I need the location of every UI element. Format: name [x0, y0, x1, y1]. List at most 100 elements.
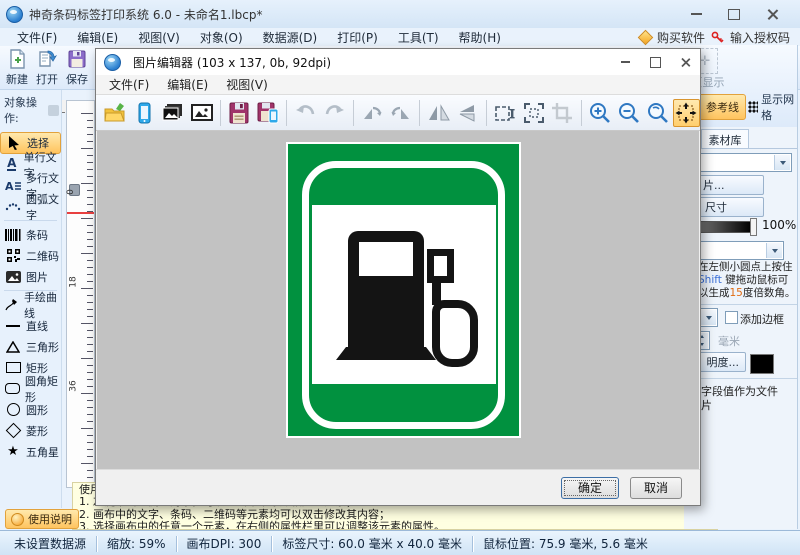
load-from-phone-icon[interactable]: [131, 99, 158, 127]
buy-diamond-icon: [638, 29, 654, 45]
dialog-menu-view[interactable]: 视图(V): [217, 76, 277, 93]
crop-icon[interactable]: [549, 99, 576, 127]
flip-horizontal-icon[interactable]: [425, 99, 452, 127]
barcode-icon: [5, 229, 21, 241]
menu-file[interactable]: 文件(F): [8, 28, 66, 47]
rotate-right-icon[interactable]: [388, 99, 415, 127]
maximize-button[interactable]: [726, 6, 742, 22]
browse-images-icon[interactable]: [160, 99, 187, 127]
color-swatch[interactable]: [750, 354, 774, 374]
minimize-icon: [691, 13, 702, 15]
window-title: 神奇条码标签打印系统 6.0 - 未命名1.lbcp*: [29, 6, 262, 23]
undo-icon[interactable]: [292, 99, 319, 127]
dialog-menu-file[interactable]: 文件(F): [100, 76, 158, 93]
status-mouse-position: 鼠标位置: 75.9 毫米, 5.6 毫米: [483, 535, 648, 552]
dialog-menu-edit[interactable]: 编辑(E): [158, 76, 217, 93]
menu-print[interactable]: 打印(P): [328, 28, 387, 47]
rotate-left-icon[interactable]: [359, 99, 386, 127]
menu-object[interactable]: 对象(O): [191, 28, 252, 47]
save-button[interactable]: 保存: [62, 48, 92, 88]
open-button[interactable]: 打开: [32, 48, 62, 88]
opacity-slider-handle[interactable]: [750, 218, 757, 236]
menu-tools[interactable]: 工具(T): [389, 28, 448, 47]
zoom-out-icon[interactable]: [616, 99, 643, 127]
add-border-checkbox[interactable]: [725, 311, 738, 324]
title-bar: 神奇条码标签打印系统 6.0 - 未命名1.lbcp*: [0, 0, 800, 28]
sidebar-tool-diamond[interactable]: 菱形: [0, 420, 61, 441]
canvas-size-icon[interactable]: [492, 99, 519, 127]
sidebar-tool-image[interactable]: 图片: [0, 266, 61, 287]
open-image-icon[interactable]: [102, 99, 129, 127]
new-document-icon: [6, 48, 28, 70]
image-frame-icon[interactable]: [188, 99, 215, 127]
sidebar-tool-triangle[interactable]: 三角形: [0, 336, 61, 357]
save-to-phone-icon[interactable]: [255, 99, 282, 127]
sidebar-tool-freehand[interactable]: 手绘曲线: [0, 294, 61, 315]
image-canvas[interactable]: [97, 131, 699, 469]
sidebar-tool-barcode[interactable]: 条码: [0, 224, 61, 245]
dialog-minimize-button[interactable]: [610, 50, 640, 74]
menu-datasource[interactable]: 数据源(D): [254, 28, 327, 47]
app-logo-icon: [6, 6, 23, 23]
status-zoom: 缩放: 59%: [107, 535, 166, 552]
maximize-icon: [650, 57, 661, 68]
minimize-button[interactable]: [688, 6, 704, 22]
single-line-text-icon: A: [5, 158, 19, 171]
open-document-icon: [36, 48, 58, 70]
vertical-ruler[interactable]: 0 18 36: [66, 100, 95, 488]
redo-icon[interactable]: [321, 99, 348, 127]
sidebar-tool-arc-text[interactable]: 圆弧文字: [0, 196, 61, 217]
qrcode-icon: [5, 249, 21, 262]
dialog-menu-bar: 文件(F) 编辑(E) 视图(V): [96, 75, 700, 95]
sidebar-tool-rounded-rectangle[interactable]: 圆角矩形: [0, 378, 61, 399]
dialog-close-button[interactable]: [670, 50, 700, 74]
status-datasource[interactable]: 未设置数据源: [14, 535, 86, 552]
flip-vertical-icon[interactable]: [454, 99, 481, 127]
image-icon: [5, 271, 21, 283]
dialog-maximize-button[interactable]: [640, 50, 670, 74]
grid-toggle-button[interactable]: 显示网格: [748, 94, 798, 120]
sidebar-tool-qrcode[interactable]: 二维码: [0, 245, 61, 266]
diamond-icon: [5, 425, 21, 436]
menu-edit[interactable]: 编辑(E): [68, 28, 127, 47]
zoom-reset-icon[interactable]: [644, 99, 671, 127]
app-window: 神奇条码标签打印系统 6.0 - 未命名1.lbcp* 文件(F) 编辑(E) …: [0, 0, 800, 555]
svg-text:A: A: [5, 180, 14, 192]
image-editor-dialog: 图片编辑器 (103 x 137, 0b, 92dpi) 文件(F) 编辑(E)…: [95, 48, 701, 506]
sidebar-separator: [4, 220, 57, 221]
save-icon[interactable]: [226, 99, 253, 127]
usage-help-button[interactable]: 使用说明: [5, 509, 79, 529]
close-button[interactable]: [764, 6, 780, 22]
sidebar-tool-star[interactable]: ★ 五角星: [0, 441, 61, 462]
new-button[interactable]: 新建: [2, 48, 32, 88]
enter-license-link[interactable]: 输入授权码: [730, 29, 790, 46]
image-source-combobox[interactable]: [688, 153, 792, 172]
sign-panel: [312, 205, 496, 384]
line-icon: [5, 325, 21, 327]
zoom-in-icon[interactable]: [587, 99, 614, 127]
buy-software-link[interactable]: 购买软件: [657, 29, 705, 46]
close-icon: [680, 57, 689, 66]
dialog-button-bar: 确定 取消: [96, 469, 700, 505]
tab-material-library[interactable]: 素材库: [701, 129, 749, 149]
object-sidebar: 对象操作: 选择 A 单行文字 A 多行文字 圆弧文字 条码: [0, 90, 62, 508]
maximize-icon: [728, 9, 740, 20]
menu-bar: 文件(F) 编辑(E) 视图(V) 对象(O) 数据源(D) 打印(P) 工具(…: [0, 28, 800, 46]
menu-view[interactable]: 视图(V): [129, 28, 189, 47]
canvas-fit-icon[interactable]: [520, 99, 547, 127]
triangle-icon: [5, 341, 21, 353]
mm-label: 毫米: [718, 333, 740, 349]
pen-icon: [5, 298, 19, 311]
dialog-toolbar: [96, 95, 700, 131]
menu-help[interactable]: 帮助(H): [450, 28, 510, 47]
fit-window-icon[interactable]: [673, 99, 700, 127]
cancel-button[interactable]: 取消: [630, 477, 682, 499]
save-icon: [66, 48, 88, 70]
sidebar-tool-line[interactable]: 直线: [0, 315, 61, 336]
sidebar-tool-circle[interactable]: 圆形: [0, 399, 61, 420]
help-line-2: 2. 画布中的文字、条码、二维码等元素均可以双击修改其内容；: [79, 509, 711, 521]
ruler-guide-line: [67, 212, 94, 214]
dialog-title-bar: 图片编辑器 (103 x 137, 0b, 92dpi): [96, 49, 700, 75]
ok-button[interactable]: 确定: [561, 477, 619, 499]
arc-text-icon: [5, 202, 21, 212]
